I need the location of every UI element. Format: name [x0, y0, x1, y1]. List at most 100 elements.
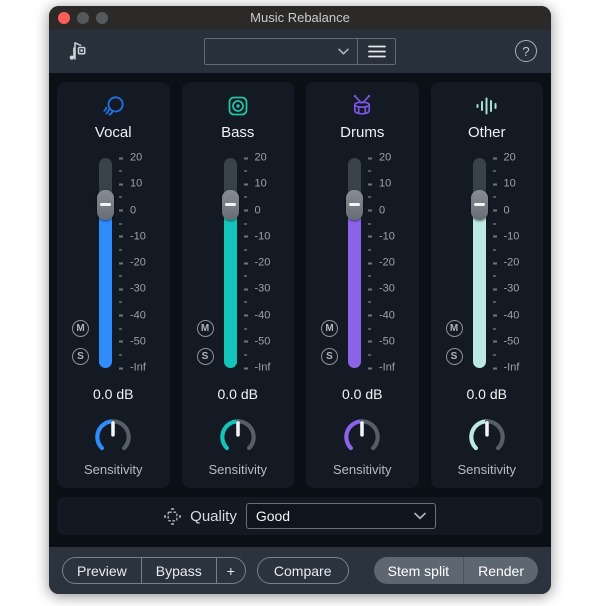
mute-button[interactable]: M — [196, 320, 214, 337]
tick-minor — [119, 353, 122, 356]
sensitivity-label: Sensitivity — [332, 462, 392, 477]
strip-other: Other 20 10 0 -10 -20 -30 -40 -50 -Inf M S 0.0 d… — [430, 82, 543, 488]
tick--30: -30 — [368, 283, 395, 295]
add-preview-button[interactable]: + — [215, 558, 245, 583]
tick-20: 20 — [368, 152, 391, 164]
gain-value[interactable]: 0.0 dB — [342, 386, 382, 406]
tick--10: -10 — [119, 231, 146, 242]
tick-minor — [243, 248, 247, 251]
preview-button[interactable]: Preview — [63, 558, 141, 583]
gain-value[interactable]: 0.0 dB — [218, 386, 258, 406]
waveform-bars-icon — [473, 92, 501, 120]
sensitivity-knob[interactable] — [215, 414, 261, 460]
stem-split-button[interactable]: Stem split — [374, 557, 463, 584]
tick--10: -10 — [243, 231, 270, 242]
hamburger-menu-icon — [367, 45, 386, 57]
fader-handle[interactable] — [346, 190, 363, 220]
tick--10: -10 — [492, 231, 519, 242]
tick-20: 20 — [492, 152, 516, 164]
fader-fill — [223, 211, 237, 368]
tick--Inf: -Inf — [119, 362, 146, 374]
chevron-down-icon — [413, 512, 426, 520]
tick--20: -20 — [119, 257, 146, 269]
music-rebalance-window: Music Rebalance ? Vocal 20 10 0 -10 -20 … — [49, 6, 551, 594]
gain-value[interactable]: 0.0 dB — [467, 386, 507, 406]
fader-handle[interactable] — [97, 190, 114, 220]
tick-10: 10 — [243, 178, 267, 190]
preset-select[interactable] — [205, 39, 357, 64]
vocal-head-icon — [99, 92, 127, 120]
solo-button[interactable]: S — [445, 348, 463, 365]
tick-minor — [119, 170, 122, 173]
tick-minor — [492, 170, 496, 173]
tick--50: -50 — [119, 336, 146, 347]
tick-minor — [368, 353, 371, 356]
bypass-button[interactable]: Bypass — [140, 558, 216, 583]
tick-minor — [119, 222, 122, 225]
fader-fill — [348, 211, 361, 368]
tick--Inf: -Inf — [368, 362, 395, 374]
drums-icon — [348, 92, 376, 120]
strip-drums: Drums 20 10 0 -10 -20 -30 -40 -50 -Inf M S 0.0 d… — [306, 82, 419, 488]
tick-0: 0 — [243, 205, 261, 216]
strip-label: Other — [467, 124, 506, 141]
tick-minor — [243, 301, 247, 304]
solo-button[interactable]: S — [72, 348, 89, 365]
bass-fader: 20 10 0 -10 -20 -30 -40 -50 -Inf M S — [182, 152, 295, 376]
tick-minor — [368, 327, 371, 330]
quality-value: Good — [255, 508, 291, 524]
render-group: Stem split Render — [373, 557, 538, 584]
toolbar: ? — [49, 29, 551, 73]
tick-0: 0 — [492, 205, 510, 216]
tick-minor — [243, 353, 247, 356]
solo-button[interactable]: S — [196, 348, 214, 365]
preset-menu-button[interactable] — [357, 38, 395, 64]
tick-20: 20 — [243, 152, 267, 164]
tick-minor — [243, 196, 247, 199]
tick-10: 10 — [368, 178, 391, 190]
fader-scale: 20 10 0 -10 -20 -30 -40 -50 -Inf — [492, 152, 537, 373]
quality-row: Quality Good — [57, 497, 543, 535]
fader-fill — [472, 211, 486, 368]
tick--30: -30 — [492, 283, 519, 295]
tick--10: -10 — [368, 231, 395, 242]
mute-button[interactable]: M — [72, 320, 89, 337]
tick-minor — [492, 353, 496, 356]
tick-minor — [492, 196, 496, 199]
mute-button[interactable]: M — [445, 320, 463, 337]
tick--40: -40 — [368, 310, 395, 321]
sensitivity-knob[interactable] — [464, 414, 510, 460]
tick-minor — [243, 275, 247, 278]
strip-label: Bass — [221, 124, 255, 141]
help-button[interactable]: ? — [515, 40, 537, 62]
sensitivity-label: Sensitivity — [208, 462, 268, 477]
render-button[interactable]: Render — [463, 557, 538, 584]
music-rebalance-logo-icon — [62, 38, 88, 64]
tick-minor — [119, 327, 122, 330]
solo-button[interactable]: S — [321, 348, 338, 365]
tick-minor — [119, 196, 122, 199]
tick-minor — [492, 275, 496, 278]
tick--40: -40 — [243, 310, 270, 321]
compare-button[interactable]: Compare — [256, 557, 349, 584]
quality-select[interactable]: Good — [245, 503, 436, 529]
mute-button[interactable]: M — [321, 320, 338, 337]
tick-minor — [492, 327, 496, 330]
tick-minor — [119, 248, 122, 251]
tick--20: -20 — [243, 257, 270, 269]
sensitivity-knob[interactable] — [339, 414, 385, 460]
tick-0: 0 — [119, 205, 136, 216]
gain-value[interactable]: 0.0 dB — [93, 386, 133, 406]
chevron-down-icon — [338, 48, 349, 55]
fader-handle[interactable] — [221, 190, 239, 220]
tick-20: 20 — [119, 152, 142, 164]
tick-minor — [119, 275, 122, 278]
sensitivity-knob[interactable] — [90, 414, 136, 460]
tick--40: -40 — [119, 310, 146, 321]
channel-strips: Vocal 20 10 0 -10 -20 -30 -40 -50 -Inf M S 0.0 d… — [57, 82, 543, 488]
fader-handle[interactable] — [470, 190, 488, 220]
fader-scale: 20 10 0 -10 -20 -30 -40 -50 -Inf — [119, 152, 163, 373]
tick-minor — [119, 301, 122, 304]
strip-label: Drums — [340, 124, 385, 141]
tick-minor — [368, 275, 371, 278]
